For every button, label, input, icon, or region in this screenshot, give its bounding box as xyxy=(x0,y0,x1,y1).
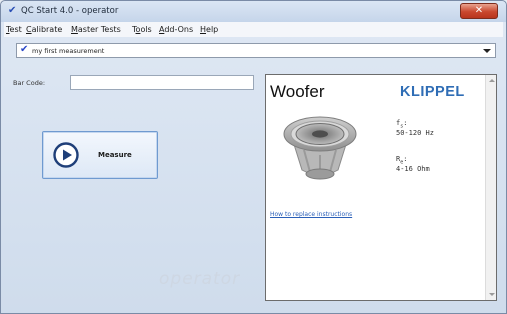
fs-value: 50-120 Hz xyxy=(396,129,434,138)
app-window: ✔ QC Start 4.0 - operator ✕ Test Calibra… xyxy=(0,0,507,314)
menu-test[interactable]: Test xyxy=(6,25,22,34)
menu-help[interactable]: Help xyxy=(200,25,218,34)
re-value: 4-16 Ohm xyxy=(396,165,430,174)
menu-bar: Test Calibrate Master Tests Tools Add-On… xyxy=(4,22,503,37)
fs-spec: fs: 50-120 Hz xyxy=(396,119,434,138)
close-button[interactable]: ✕ xyxy=(460,3,498,19)
title-bar: ✔ QC Start 4.0 - operator ✕ xyxy=(1,1,506,22)
barcode-label: Bar Code: xyxy=(13,79,46,87)
window-title: QC Start 4.0 - operator xyxy=(21,6,119,16)
re-spec: Re: 4-16 Ohm xyxy=(396,155,430,174)
test-select[interactable]: ✔ my first measurement xyxy=(16,43,496,58)
brand-logo: KLIPPEL xyxy=(400,84,465,100)
operator-watermark: operator xyxy=(159,269,241,289)
woofer-speaker-image xyxy=(283,116,357,180)
menu-calibrate[interactable]: Calibrate xyxy=(26,25,62,34)
measure-label: Measure xyxy=(98,151,132,159)
menu-master-tests[interactable]: Master Tests xyxy=(71,25,121,34)
play-icon xyxy=(53,142,79,168)
panel-title: Woofer xyxy=(270,82,325,101)
info-panel: Woofer KLIPPEL fs: 50-120 Hz Re: 4-16 Oh… xyxy=(265,74,497,301)
menu-tools[interactable]: Tools xyxy=(132,25,152,34)
test-select-value: my first measurement xyxy=(32,47,105,55)
scroll-down-icon[interactable] xyxy=(489,293,495,296)
check-icon: ✔ xyxy=(20,44,29,55)
menu-add-ons[interactable]: Add-Ons xyxy=(159,25,193,34)
barcode-input[interactable] xyxy=(70,75,254,90)
replace-instructions-link[interactable]: How to replace instructions xyxy=(270,211,352,218)
scroll-up-icon[interactable] xyxy=(489,79,495,82)
app-check-icon: ✔ xyxy=(8,5,17,16)
panel-scrollbar[interactable] xyxy=(485,75,496,300)
measure-button[interactable]: Measure xyxy=(42,131,158,179)
chevron-down-icon[interactable] xyxy=(483,49,491,53)
